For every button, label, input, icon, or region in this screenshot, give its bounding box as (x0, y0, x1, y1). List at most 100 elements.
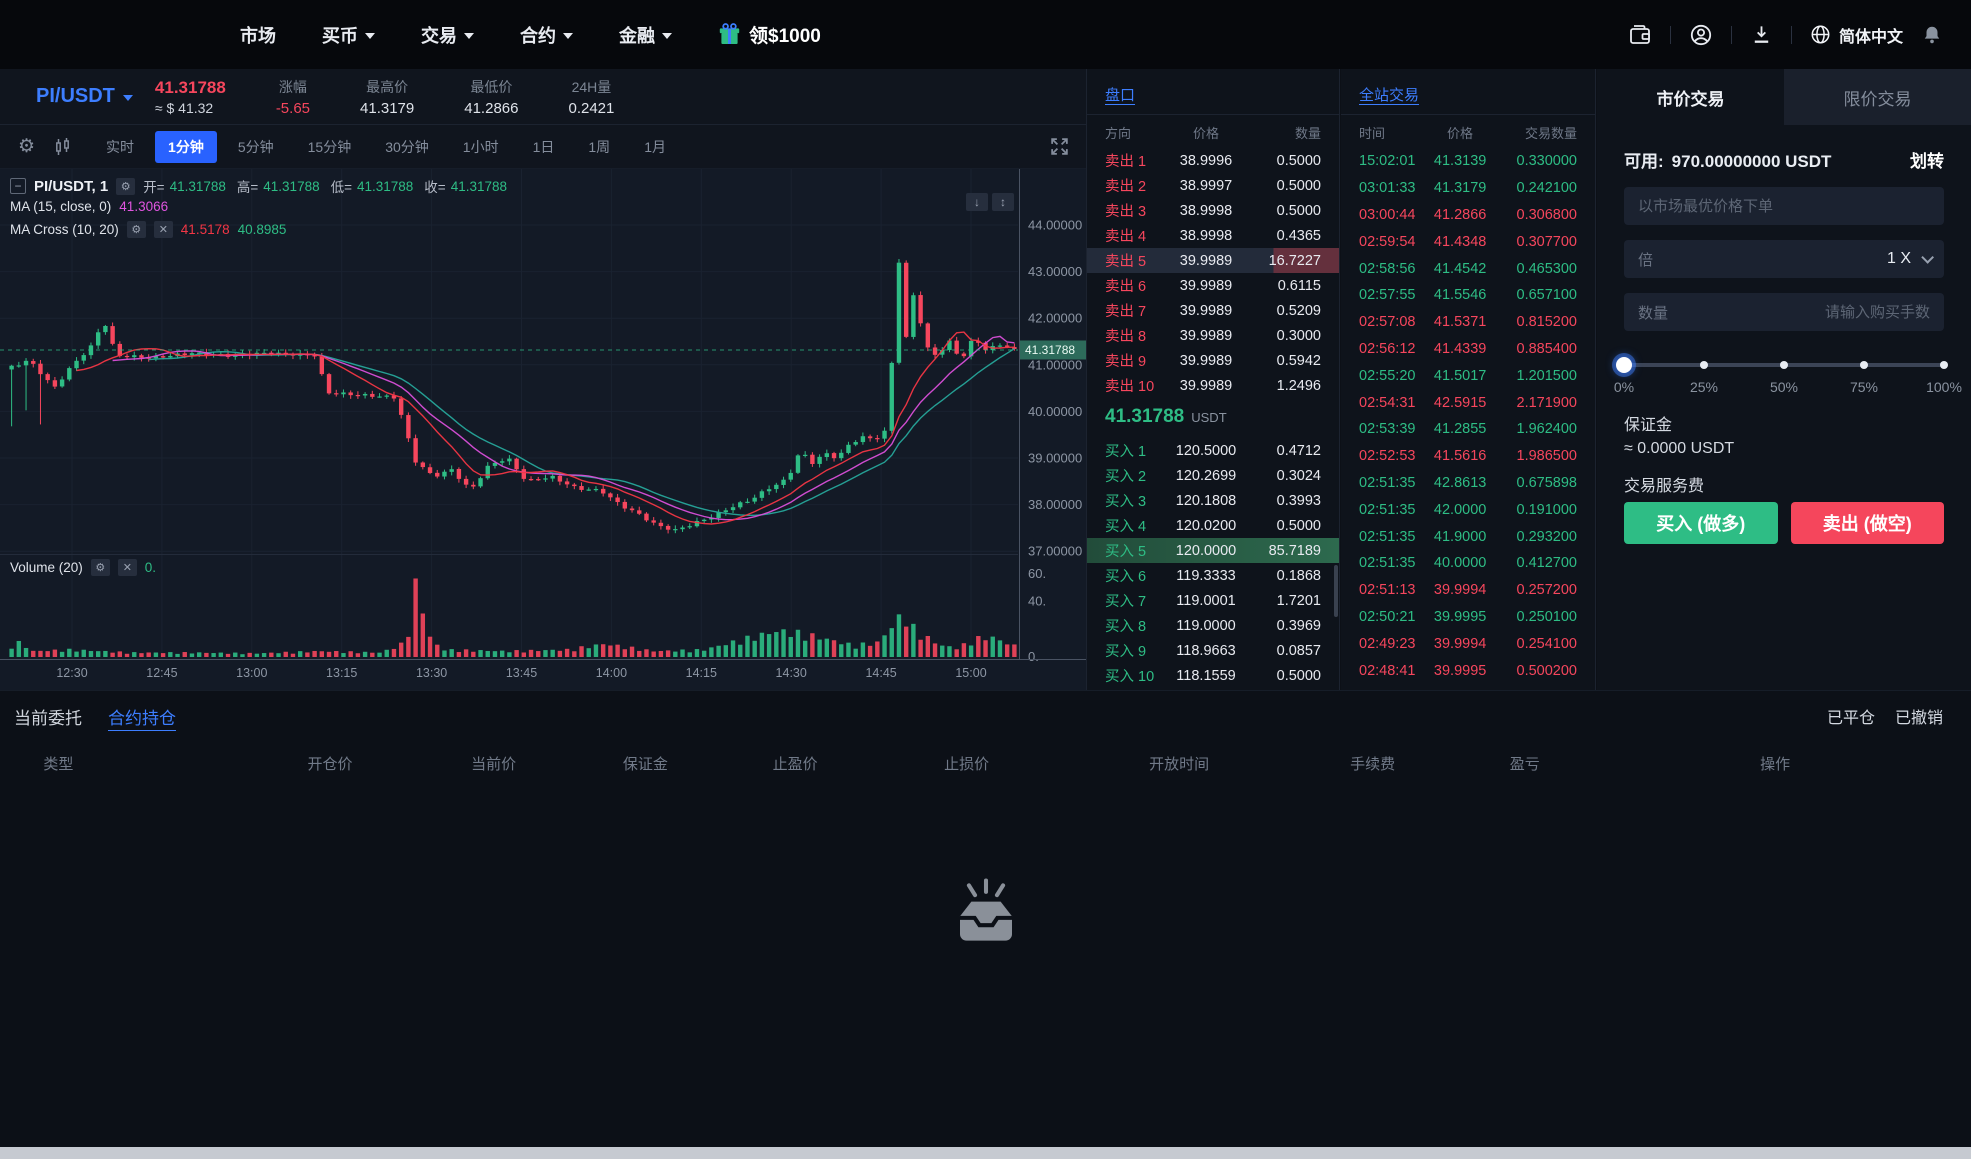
positions-link[interactable]: 已撤销 (1895, 704, 1943, 728)
chart-settings-icon[interactable]: ⚙ (18, 135, 35, 158)
macross-settings-icon[interactable]: ⚙ (127, 221, 146, 238)
orderbook-row-side: 买入 7 (1105, 590, 1167, 611)
volume-close-icon[interactable]: ✕ (118, 559, 137, 576)
orderbook-sell-row[interactable]: 卖出 939.99890.5942 (1087, 348, 1339, 373)
orderbook-buy-row[interactable]: 买入 2120.26990.3024 (1087, 463, 1339, 488)
positions-tab[interactable]: 当前委托 (14, 704, 82, 729)
orderbook-sell-row[interactable]: 卖出 739.99890.5209 (1087, 298, 1339, 323)
nav-item[interactable]: 交易 (421, 22, 474, 48)
orderbook-buy-row[interactable]: 买入 6119.33330.1868 (1087, 563, 1339, 588)
pair-selector[interactable]: PI/USDT (36, 85, 133, 108)
leverage-select[interactable]: 1 X (1887, 250, 1930, 268)
orderbook-sell-row[interactable]: 卖出 539.998916.7227 (1087, 248, 1339, 273)
orderbook-title[interactable]: 盘口 (1087, 69, 1153, 114)
svg-text:60.: 60. (1028, 566, 1046, 581)
orderbook-buy-row[interactable]: 买入 5120.000085.7189 (1087, 538, 1339, 563)
timeframe-tab[interactable]: 实时 (93, 131, 147, 163)
wallet-icon[interactable] (1628, 23, 1652, 47)
macross-close-icon[interactable]: ✕ (154, 221, 173, 238)
orderbook-row-qty: 0.3000 (1245, 328, 1321, 344)
nav-right: 简体中文 (1628, 23, 1971, 47)
trade-price: 41.9000 (1434, 529, 1486, 545)
positions-link[interactable]: 已平仓 (1827, 704, 1875, 728)
nav-item[interactable]: 合约 (520, 22, 573, 48)
fee-label: 交易服务费 (1624, 475, 1944, 498)
fullscreen-icon[interactable] (1049, 136, 1070, 157)
orderbook-buy-row[interactable]: 买入 3120.18080.3993 (1087, 488, 1339, 513)
orderbook-row-price: 120.0200 (1167, 518, 1245, 534)
scrollbar-thumb[interactable] (1334, 565, 1338, 617)
orderbook-sell-row[interactable]: 卖出 138.99960.5000 (1087, 148, 1339, 173)
trade-panel-tab[interactable]: 限价交易 (1784, 69, 1971, 125)
positions-tab[interactable]: 合约持仓 (108, 704, 176, 729)
timeframe-tab[interactable]: 1小时 (450, 131, 512, 163)
orderbook-header: 价格 (1167, 123, 1245, 142)
volume-value: 0. (145, 560, 156, 575)
language-selector[interactable]: 简体中文 (1810, 23, 1903, 47)
timeframe-tab[interactable]: 1日 (520, 131, 568, 163)
svg-text:0.: 0. (1028, 649, 1039, 664)
chart-type-icon[interactable] (53, 137, 73, 157)
trade-qty: 0.191000 (1486, 502, 1577, 518)
download-icon[interactable] (1750, 23, 1773, 46)
amount-slider[interactable]: 0%25%50%75%100% (1624, 357, 1944, 399)
slider-thumb[interactable] (1616, 357, 1632, 373)
timeframe-tab[interactable]: 15分钟 (295, 131, 365, 163)
slider-label: 50% (1770, 379, 1798, 395)
orderbook-buy-row[interactable]: 买入 7119.00011.7201 (1087, 588, 1339, 613)
timeframe-tab[interactable]: 1月 (631, 131, 679, 163)
orderbook-sell-row[interactable]: 卖出 1039.99891.2496 (1087, 373, 1339, 398)
trade-row: 02:49:2339.99940.254100 (1341, 630, 1595, 657)
svg-text:14:30: 14:30 (776, 666, 807, 680)
buy-long-button[interactable]: 买入 (做多) (1624, 502, 1778, 544)
price-chart-svg[interactable]: 44.0000043.0000042.0000041.0000040.00000… (0, 169, 1086, 690)
trade-panel-tab[interactable]: 市价交易 (1597, 69, 1784, 125)
orderbook-sell-row[interactable]: 卖出 839.99890.3000 (1087, 323, 1339, 348)
orderbook-buy-row[interactable]: 买入 10118.15590.5000 (1087, 663, 1339, 688)
orderbook-row-price: 38.9997 (1167, 178, 1245, 194)
transfer-link[interactable]: 划转 (1910, 147, 1944, 172)
orderbook-sell-row[interactable]: 卖出 438.99980.4365 (1087, 223, 1339, 248)
price-input[interactable] (1638, 187, 1930, 225)
orderbook-buy-row[interactable]: 买入 4120.02000.5000 (1087, 513, 1339, 538)
series-settings-icon[interactable]: ⚙ (116, 178, 135, 195)
nav-item[interactable]: 买币 (322, 22, 375, 48)
trade-row: 02:51:1339.99940.257200 (1341, 577, 1595, 604)
orderbook-row-qty: 0.3993 (1245, 493, 1321, 509)
trades-title[interactable]: 全站交易 (1341, 69, 1437, 114)
orderbook-row-side: 卖出 4 (1105, 225, 1167, 246)
orderbook-row-side: 卖出 5 (1105, 250, 1167, 271)
empty-state-icon (947, 871, 1025, 955)
bell-icon[interactable] (1921, 24, 1943, 46)
horizontal-scrollbar[interactable] (0, 1147, 1971, 1159)
trade-price: 42.5915 (1434, 395, 1486, 411)
trade-qty: 0.675898 (1486, 475, 1577, 491)
orderbook-sell-row[interactable]: 卖出 639.99890.6115 (1087, 273, 1339, 298)
sell-short-button[interactable]: 卖出 (做空) (1791, 502, 1945, 544)
timeframe-tab[interactable]: 1分钟 (155, 131, 217, 163)
volume-settings-icon[interactable]: ⚙ (91, 559, 110, 576)
timeframe-tab[interactable]: 1周 (575, 131, 623, 163)
orderbook-buy-row[interactable]: 买入 8119.00000.3969 (1087, 613, 1339, 638)
orderbook-buy-row[interactable]: 买入 9118.96630.0857 (1087, 638, 1339, 663)
available-value: 970.00000000 USDT (1672, 152, 1832, 172)
trade-time: 02:56:12 (1359, 341, 1434, 357)
trade-price: 41.4348 (1434, 234, 1486, 250)
timeframe-tab[interactable]: 5分钟 (225, 131, 287, 163)
quantity-input[interactable] (1668, 293, 1930, 331)
promo-button[interactable]: 领$1000 (718, 21, 821, 48)
orderbook-buy-row[interactable]: 买入 1120.50000.4712 (1087, 438, 1339, 463)
profile-icon[interactable] (1689, 23, 1713, 47)
trade-time: 02:58:56 (1359, 261, 1434, 277)
svg-text:41.00000: 41.00000 (1028, 357, 1082, 372)
timeframe-tab[interactable]: 30分钟 (372, 131, 442, 163)
svg-text:13:45: 13:45 (506, 666, 537, 680)
nav-item[interactable]: 市场 (240, 22, 276, 48)
trade-panel-body: 可用: 970.00000000 USDT 划转 倍 1 X 数量 0%25%5… (1597, 147, 1971, 521)
nav-item[interactable]: 金融 (619, 22, 672, 48)
scroll-down-icon[interactable]: ↓ (966, 193, 988, 211)
orderbook-sell-row[interactable]: 卖出 238.99970.5000 (1087, 173, 1339, 198)
orderbook-sell-row[interactable]: 卖出 338.99980.5000 (1087, 198, 1339, 223)
collapse-legend-icon[interactable]: − (10, 178, 26, 194)
scale-icon[interactable]: ↕ (992, 193, 1014, 211)
